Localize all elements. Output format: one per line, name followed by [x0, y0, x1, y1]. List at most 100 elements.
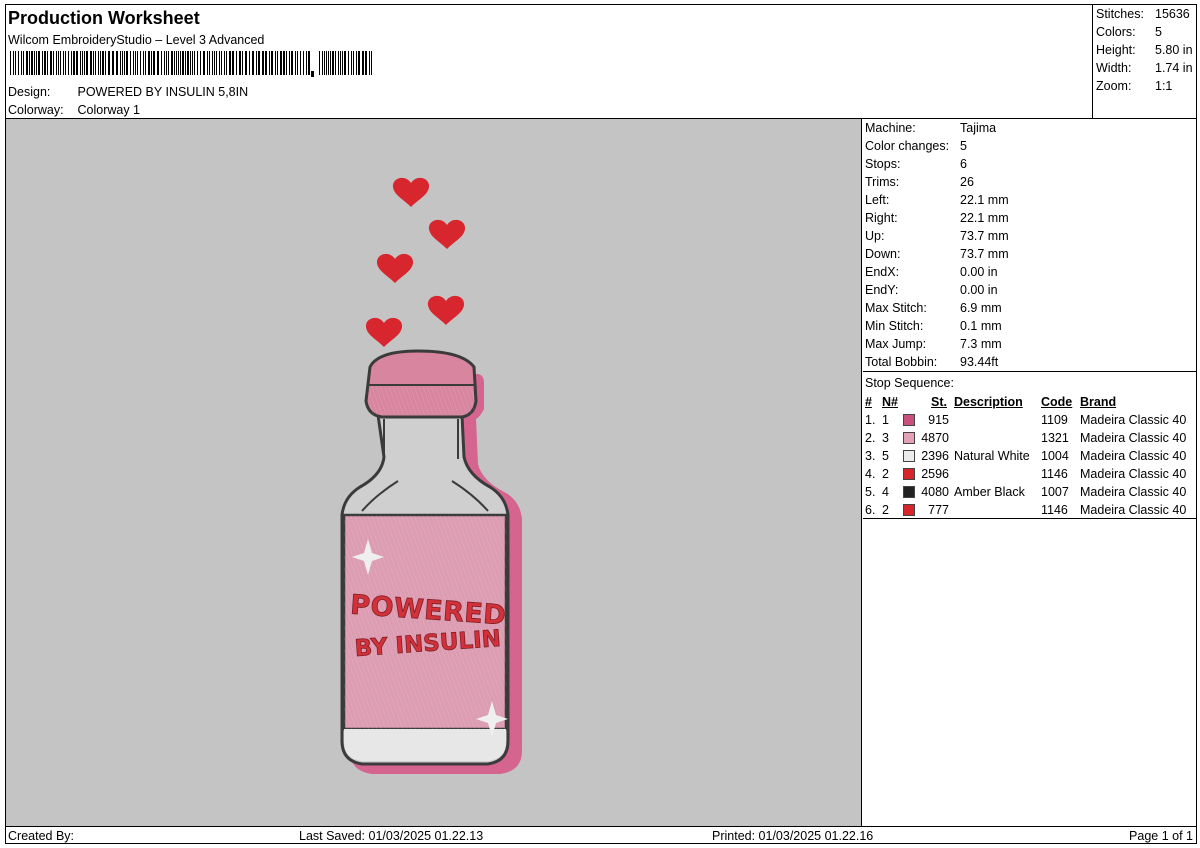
barcode-bar — [239, 51, 241, 75]
barcode-bar — [102, 51, 104, 75]
barcode-bar — [53, 51, 54, 75]
barcode-bar — [289, 51, 290, 75]
stat-zoom: Zoom: 1:1 — [1096, 78, 1196, 94]
barcode-bar — [324, 51, 325, 75]
machine-value: 0.1 mm — [960, 319, 1002, 333]
barcode-bar — [262, 51, 264, 75]
barcode-bar — [194, 51, 195, 75]
stitch-count: 915 — [928, 413, 949, 427]
barcode-bar — [232, 51, 234, 75]
barcode-bar — [71, 51, 72, 75]
barcode-bar — [130, 51, 131, 75]
barcode-bar — [26, 51, 28, 75]
needle-number: 5 — [882, 449, 889, 463]
thread-brand: Madeira Classic 40 — [1080, 413, 1187, 427]
stat-label: Width: — [1096, 61, 1132, 75]
machine-label: Color changes: — [865, 139, 950, 153]
stop-number: 4. — [865, 467, 876, 481]
design-preview: POWERED BY INSULIN — [6, 119, 862, 826]
barcode-bar — [10, 51, 11, 75]
barcode-bar — [44, 51, 46, 75]
machine-value: 93.44ft — [960, 355, 999, 369]
barcode-bar — [166, 51, 167, 75]
machine-row: Stops: 6 — [865, 156, 967, 172]
colorway-label: Colorway: — [8, 103, 64, 117]
printed-date: Printed: 01/03/2025 01.22.16 — [712, 829, 874, 843]
machine-row: Down: 73.7 mm — [865, 246, 1009, 262]
thread-code: 1146 — [1041, 467, 1068, 481]
barcode-bar — [249, 51, 250, 75]
col-header-num: # — [865, 395, 872, 409]
barcode-bar — [295, 51, 296, 75]
barcode-bar — [98, 51, 99, 75]
color-swatch — [903, 414, 915, 426]
worksheet-frame: Production Worksheet Wilcom EmbroiderySt… — [5, 4, 1197, 844]
machine-value: 73.7 mm — [960, 247, 1009, 261]
barcode-bar — [330, 51, 331, 75]
barcode-bar — [76, 51, 78, 75]
stop-number: 2. — [865, 431, 876, 445]
last-saved: Last Saved: 01/03/2025 01.22.13 — [299, 829, 484, 843]
col-header-code: Code — [1041, 395, 1073, 409]
barcode-bar — [308, 51, 310, 75]
machine-row: Max Jump: 7.3 mm — [865, 336, 1002, 352]
barcode-bar — [269, 51, 270, 75]
barcode-bar — [105, 51, 106, 75]
machine-label: Down: — [865, 247, 901, 261]
stop-number: 3. — [865, 449, 876, 463]
barcode-bar — [200, 51, 201, 75]
barcode-bar — [338, 51, 339, 75]
software-subtitle: Wilcom EmbroideryStudio – Level 3 Advanc… — [8, 33, 265, 47]
barcode-bar — [277, 51, 278, 75]
machine-label: Total Bobbin: — [865, 355, 938, 369]
machine-row: Up: 73.7 mm — [865, 228, 1009, 244]
barcode-bar — [353, 51, 354, 75]
machine-row: Max Stitch: 6.9 mm — [865, 300, 1002, 316]
stat-label: Zoom: — [1096, 79, 1132, 93]
barcode-bar — [342, 51, 343, 75]
machine-label: Max Jump: — [865, 337, 927, 351]
machine-value: 22.1 mm — [960, 193, 1009, 207]
barcode-bar — [171, 51, 173, 75]
barcode-bar — [153, 51, 155, 75]
barcode-bar — [303, 51, 304, 75]
barcode-bar — [151, 51, 152, 75]
stat-width: Width: 1.74 in — [1096, 60, 1196, 76]
machine-value: Tajima — [960, 121, 997, 135]
barcode-bar — [164, 51, 165, 75]
barcode-bar — [122, 51, 123, 75]
barcode-bar — [126, 51, 128, 75]
table-row: 1. 1 915 1109 Madeira Classic 40 — [863, 411, 1197, 429]
barcode-bar — [116, 51, 118, 75]
barcode-bar — [68, 51, 69, 75]
thread-brand: Madeira Classic 40 — [1080, 503, 1187, 517]
barcode-bar — [283, 51, 285, 75]
needle-number: 2 — [882, 503, 889, 517]
barcode-bar — [351, 51, 352, 75]
stat-value: 15636 — [1155, 7, 1190, 21]
barcode-bar — [207, 51, 208, 75]
barcode-bar — [358, 51, 360, 75]
machine-row: Min Stitch: 0.1 mm — [865, 318, 1002, 334]
barcode-bar — [319, 51, 320, 75]
machine-label: Min Stitch: — [865, 319, 924, 333]
stop-sequence-header: # N# St. Description Code Brand — [863, 393, 1197, 411]
page-title: Production Worksheet — [8, 8, 200, 28]
barcode-bar — [145, 51, 146, 75]
machine-row: EndX: 0.00 in — [865, 264, 998, 280]
barcode-bar — [112, 51, 114, 75]
barcode-bar — [38, 51, 40, 75]
barcode-bar — [187, 51, 189, 75]
barcode-bar — [80, 51, 81, 75]
barcode-bar — [256, 51, 257, 75]
thread-description: Natural White — [954, 449, 1030, 463]
barcode-bar — [56, 51, 57, 75]
barcode-bar — [216, 51, 217, 75]
needle-number: 4 — [882, 485, 889, 499]
thread-description: Amber Black — [954, 485, 1025, 499]
machine-row: Left: 22.1 mm — [865, 192, 1009, 208]
barcode-bar — [157, 51, 159, 75]
machine-label: Trims: — [865, 175, 900, 189]
barcode-bar — [143, 51, 144, 75]
barcode-bar — [100, 51, 101, 75]
